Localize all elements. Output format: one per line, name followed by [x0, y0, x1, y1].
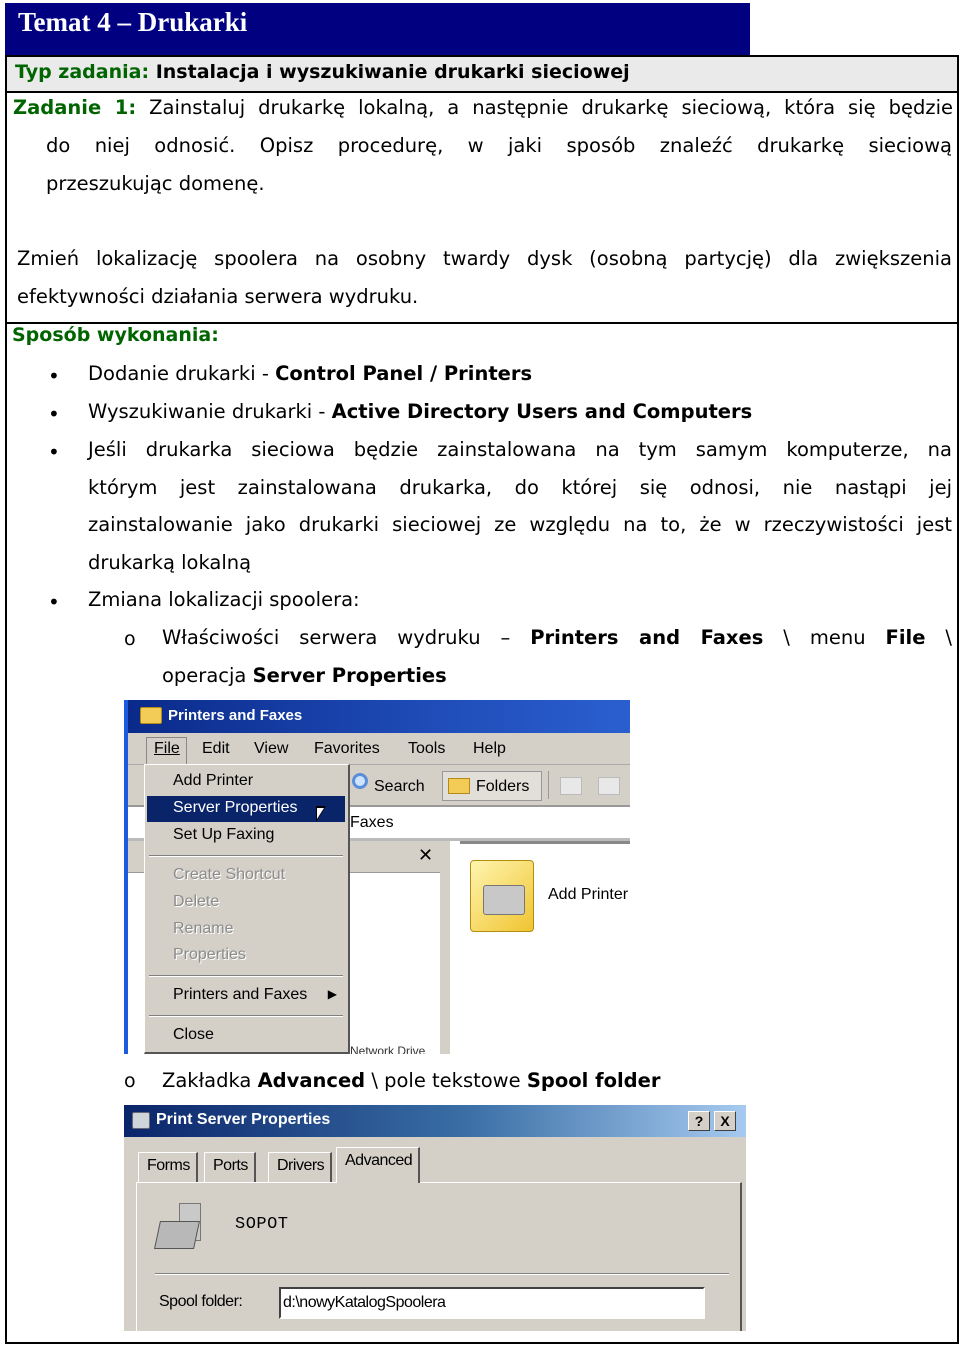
- window-titlebar: Printers and Faxes: [128, 700, 630, 733]
- sub1-bold3: Server Properties: [252, 664, 447, 687]
- add-printer-icon[interactable]: [470, 860, 534, 932]
- task1-line1: Zadanie 1: Zainstaluj drukarkę lokalną, …: [13, 89, 953, 127]
- folders-label: Folders: [476, 778, 530, 795]
- menu-item-properties: Properties: [173, 946, 246, 963]
- tab-forms[interactable]: Forms: [138, 1152, 198, 1182]
- menu-item-printers-and-faxes[interactable]: Printers and Faxes ▶: [147, 983, 345, 1009]
- tab-advanced[interactable]: Advanced: [336, 1147, 421, 1183]
- dialog-titlebar: Print Server Properties ? X: [124, 1105, 746, 1137]
- task-type-row: Typ zadania: Instalacja i wyszukiwanie d…: [5, 55, 959, 93]
- sub1-text2: \ menu: [763, 626, 886, 649]
- task1-text1: Zainstaluj drukarkę lokalną, a następnie…: [149, 96, 953, 119]
- menu-separator: [149, 1015, 343, 1017]
- sub2-text2: \ pole tekstowe: [365, 1069, 527, 1092]
- task-type-label: Typ zadania:: [15, 61, 150, 83]
- sub2-bold1: Advanced: [257, 1069, 366, 1092]
- method-bullet-4: Zmiana lokalizacji spoolera:: [88, 588, 360, 611]
- bullet-glyph: •: [48, 440, 60, 464]
- printers-and-faxes-window: Printers and Faxes File Edit View Favori…: [124, 700, 630, 1054]
- folder-printer-icon: [140, 707, 162, 724]
- advanced-tab-panel: SOPOT Spool folder: d:\nowyKatalogSpoole…: [136, 1182, 742, 1331]
- sub1-bold2: File: [885, 626, 926, 649]
- page-title: Temat 4 – Drukarki: [5, 3, 750, 55]
- method-sub1-line1: Właściwości serwera wydruku – Printers a…: [162, 619, 952, 657]
- task1-line3: przeszukując domenę.: [46, 172, 265, 195]
- network-drive-partial: Network Drive: [350, 1044, 426, 1054]
- menu-item-rename: Rename: [173, 920, 234, 937]
- tab-drivers[interactable]: Drivers: [268, 1152, 333, 1182]
- method-bullet-2: Wyszukiwanie drukarki - Active Directory…: [88, 393, 952, 431]
- tab-ports[interactable]: Ports: [204, 1152, 256, 1182]
- menu-file-label: File: [154, 740, 180, 757]
- sub1-text1: Właściwości serwera wydruku –: [162, 626, 531, 649]
- copy-to-icon[interactable]: [598, 777, 620, 795]
- method-heading: Sposób wykonania:: [12, 324, 219, 346]
- task-type-value: Instalacja i wyszukiwanie drukarki sieci…: [155, 61, 630, 83]
- sub1-text4: operacja: [162, 664, 253, 687]
- search-button[interactable]: Search: [374, 778, 425, 796]
- add-printer-label[interactable]: Add Printer: [548, 886, 628, 904]
- bullet-2-text: Wyszukiwanie drukarki -: [88, 400, 332, 423]
- method-bullet-1: Dodanie drukarki - Control Panel / Print…: [88, 355, 952, 393]
- submenu-arrow-icon: ▶: [327, 987, 337, 1001]
- toolbar-separator: [548, 771, 549, 799]
- address-text: Faxes: [350, 814, 394, 831]
- menu-item-create-shortcut: Create Shortcut: [173, 866, 286, 883]
- method-sub2: Zakładka Advanced \ pole tekstowe Spool …: [162, 1062, 952, 1100]
- menu-favorites[interactable]: Favorites: [314, 740, 380, 758]
- printer-icon: [132, 1112, 150, 1129]
- bullet-2-bold: Active Directory Users and Computers: [331, 400, 753, 423]
- page-title-text: Temat 4 – Drukarki: [18, 7, 248, 37]
- folder-icon: [448, 778, 470, 794]
- print-server-properties-dialog: Print Server Properties ? X Forms Ports …: [124, 1105, 746, 1331]
- close-button[interactable]: X: [714, 1111, 736, 1131]
- sub1-bold1: Printers and Faxes: [530, 626, 764, 649]
- menu-item-close[interactable]: Close: [147, 1023, 345, 1049]
- task1-para2-line1: Zmień lokalizację spoolera na osobny twa…: [17, 247, 952, 270]
- menu-help[interactable]: Help: [473, 740, 506, 758]
- method-sub1-line2: operacja Server Properties: [162, 657, 952, 695]
- spool-folder-label: Spool folder:: [159, 1293, 243, 1310]
- menu-view[interactable]: View: [254, 740, 288, 758]
- window-title: Printers and Faxes: [168, 707, 303, 724]
- method-bullet-3-line4: drukarką lokalną: [88, 551, 252, 574]
- menu-separator: [149, 975, 343, 977]
- search-icon: [352, 773, 368, 789]
- submenu-label: Printers and Faxes: [173, 986, 308, 1003]
- menu-item-set-up-faxing[interactable]: Set Up Faxing: [147, 823, 345, 849]
- menu-tools[interactable]: Tools: [408, 740, 445, 758]
- bullet-glyph: •: [48, 364, 60, 388]
- task1-label: Zadanie 1:: [13, 96, 137, 119]
- menu-item-delete: Delete: [173, 893, 220, 910]
- method-bullet-3-line3: zainstalowanie jako drukarki sieciowej z…: [88, 513, 952, 536]
- print-server-icon: [154, 1203, 209, 1255]
- sub1-text3: \: [925, 626, 952, 649]
- bullet-glyph: •: [48, 590, 60, 614]
- sub-bullet-glyph: o: [124, 1070, 136, 1092]
- bullet-1-text: Dodanie drukarki -: [88, 362, 276, 385]
- method-bullet-3-line2: którym jest zainstalowana drukarka, do k…: [88, 476, 952, 499]
- printers-list: Add Printer: [460, 841, 630, 1054]
- menu-bar: File Edit View Favorites Tools Help: [128, 733, 630, 765]
- dialog-title: Print Server Properties: [156, 1111, 331, 1128]
- close-pane-icon[interactable]: ✕: [418, 845, 433, 866]
- help-button[interactable]: ?: [688, 1111, 710, 1131]
- menu-separator: [149, 855, 343, 857]
- bullet-1-bold: Control Panel / Printers: [275, 362, 533, 385]
- menu-item-add-printer[interactable]: Add Printer: [147, 769, 345, 795]
- bullet-glyph: •: [48, 402, 60, 426]
- mouse-cursor-icon: [316, 806, 326, 822]
- spool-folder-input[interactable]: d:\nowyKatalogSpoolera: [279, 1287, 705, 1319]
- menu-file[interactable]: File: [146, 737, 187, 764]
- sub2-text1: Zakładka: [162, 1069, 258, 1092]
- task1-para2-line2: efektywności działania serwera wydruku.: [17, 285, 419, 308]
- sub-bullet-glyph: o: [124, 628, 136, 650]
- menu-edit[interactable]: Edit: [202, 740, 230, 758]
- move-to-icon[interactable]: [560, 777, 582, 795]
- divider: [155, 1273, 729, 1275]
- sub2-bold2: Spool folder: [526, 1069, 661, 1092]
- method-bullet-3-line1: Jeśli drukarka sieciowa będzie zainstalo…: [88, 438, 952, 461]
- server-name: SOPOT: [235, 1215, 289, 1234]
- task1-line2: do niej odnosić. Opisz procedurę, w jaki…: [46, 134, 952, 157]
